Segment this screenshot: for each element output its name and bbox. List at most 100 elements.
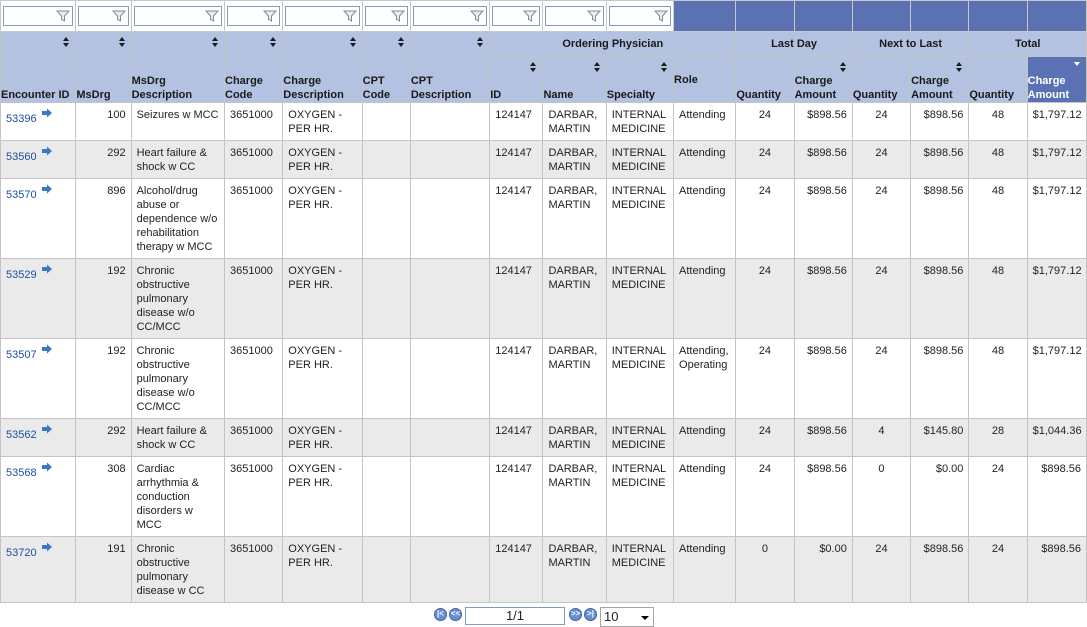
- open-arrow-icon[interactable]: [41, 462, 53, 472]
- column-header-encounter-id[interactable]: Encounter ID: [0, 31, 77, 103]
- cell-physician-name: DARBAR, MARTIN: [542, 338, 607, 419]
- filter-box: [78, 6, 129, 26]
- pager: |< << 1/1 >> >| 10: [0, 604, 1087, 627]
- column-header-physician-id[interactable]: ID: [489, 56, 544, 103]
- open-arrow-icon[interactable]: [41, 344, 53, 354]
- encounter-link[interactable]: 53568: [6, 462, 37, 480]
- filter-funnel-icon[interactable]: [470, 9, 485, 23]
- cell-physician-role: Attending: [673, 456, 737, 537]
- filter-funnel-icon[interactable]: [56, 9, 71, 23]
- cell-physician-specialty: INTERNAL MEDICINE: [605, 178, 675, 259]
- cell-total-quantity: 24: [968, 456, 1028, 537]
- cell-total-quantity: 48: [968, 178, 1028, 259]
- column-header-charge-description[interactable]: Charge Description: [282, 31, 363, 103]
- cell-cpt-description: [409, 536, 491, 603]
- filter-funnel-icon[interactable]: [523, 9, 538, 23]
- next-page-icon[interactable]: >>: [569, 608, 582, 621]
- filter-cell-empty: [793, 0, 853, 32]
- encounter-link[interactable]: 53562: [6, 424, 37, 442]
- cell-msdrg-description: Alcohol/drug abuse or dependence w/o reh…: [130, 178, 226, 259]
- cell-cpt-code: [361, 178, 411, 259]
- last-page-icon[interactable]: >|: [584, 608, 597, 621]
- filter-funnel-icon[interactable]: [654, 9, 669, 23]
- group-header-next-to-last: Next to Last: [851, 31, 970, 57]
- filter-funnel-icon[interactable]: [390, 9, 405, 23]
- cell-total-charge-amount: $1,797.12: [1026, 258, 1087, 339]
- encounter-link[interactable]: 53720: [6, 542, 37, 560]
- open-arrow-icon[interactable]: [41, 108, 53, 118]
- column-header-charge-code[interactable]: Charge Code: [224, 31, 284, 103]
- column-header-msdrg-description[interactable]: MsDrg Description: [130, 31, 226, 103]
- cell-cpt-code: [361, 536, 411, 603]
- column-header-cpt-code[interactable]: CPT Code: [361, 31, 411, 103]
- cell-next-to-last-charge-amount: $898.56: [910, 140, 970, 179]
- table-row: 53560 292 Heart failure & shock w CC 365…: [0, 140, 1087, 179]
- cell-physician-role: Attending: [673, 102, 737, 141]
- table-row: 53720 191 Chronic obstructive pulmonary …: [0, 536, 1087, 603]
- cell-total-charge-amount: $1,797.12: [1026, 338, 1087, 419]
- filter-funnel-icon[interactable]: [205, 9, 220, 23]
- column-header-next-to-last-quantity[interactable]: Quantity: [851, 56, 912, 103]
- filter-row: [0, 0, 1087, 32]
- sort-icon: [839, 62, 847, 73]
- filter-cell-msdrg: [75, 0, 132, 32]
- cell-last-day-quantity: 24: [735, 102, 795, 141]
- filter-funnel-icon[interactable]: [263, 9, 278, 23]
- prev-page-icon[interactable]: <<: [449, 608, 462, 621]
- sort-icon: [212, 37, 219, 48]
- open-arrow-icon[interactable]: [41, 264, 53, 274]
- table-row: 53562 292 Heart failure & shock w CC 365…: [0, 418, 1087, 457]
- cell-last-day-quantity: 24: [735, 338, 795, 419]
- sort-icon: [63, 37, 70, 48]
- open-arrow-icon[interactable]: [41, 424, 53, 434]
- cell-physician-role: Attending: [673, 418, 737, 457]
- cell-physician-specialty: INTERNAL MEDICINE: [605, 456, 675, 537]
- cell-physician-name: DARBAR, MARTIN: [542, 536, 607, 603]
- encounter-link[interactable]: 53507: [6, 344, 37, 362]
- column-header-last-day-charge-amount[interactable]: Charge Amount: [793, 56, 853, 103]
- cell-next-to-last-charge-amount: $898.56: [910, 536, 970, 603]
- cell-charge-code: 3651000: [224, 258, 284, 339]
- encounter-link[interactable]: 53396: [6, 108, 37, 126]
- page-size-select[interactable]: 10: [600, 607, 654, 627]
- cell-msdrg: 896: [75, 178, 132, 259]
- sort-icon: [477, 37, 484, 48]
- open-arrow-icon[interactable]: [41, 184, 53, 194]
- first-page-icon[interactable]: |<: [434, 608, 447, 621]
- column-header-last-day-quantity[interactable]: Quantity: [735, 56, 795, 103]
- cell-cpt-code: [361, 418, 411, 457]
- open-arrow-icon[interactable]: [41, 542, 53, 552]
- cell-physician-specialty: INTERNAL MEDICINE: [605, 102, 675, 141]
- column-header-total-quantity[interactable]: Quantity: [968, 56, 1028, 103]
- column-header-total-charge-amount[interactable]: Charge Amount: [1026, 56, 1087, 103]
- cell-physician-name: DARBAR, MARTIN: [542, 258, 607, 339]
- cell-total-charge-amount: $898.56: [1026, 536, 1087, 603]
- column-header-msdrg[interactable]: MsDrg: [75, 31, 132, 103]
- cell-total-charge-amount: $1,044.36: [1026, 418, 1087, 457]
- filter-funnel-icon[interactable]: [111, 9, 126, 23]
- column-header-cpt-description[interactable]: CPT Description: [409, 31, 491, 103]
- cell-encounter-id: 53560: [0, 140, 77, 179]
- filter-cell-encounter-id: [0, 0, 77, 32]
- filter-cell-physician-specialty: [605, 0, 675, 32]
- column-header-label: Charge Description: [283, 75, 344, 101]
- filter-cell-empty: [910, 0, 970, 32]
- cell-total-charge-amount: $1,797.12: [1026, 102, 1087, 141]
- encounter-link[interactable]: 53560: [6, 146, 37, 164]
- filter-funnel-icon[interactable]: [342, 9, 357, 23]
- filter-cell-physician-id: [489, 0, 544, 32]
- cell-next-to-last-charge-amount: $898.56: [910, 178, 970, 259]
- column-header-physician-name[interactable]: Name: [542, 56, 607, 103]
- cell-physician-id: 124147: [489, 338, 544, 419]
- page-number-input[interactable]: 1/1: [465, 607, 565, 625]
- cell-next-to-last-quantity: 24: [851, 258, 912, 339]
- cell-physician-id: 124147: [489, 178, 544, 259]
- cell-next-to-last-charge-amount: $0.00: [910, 456, 970, 537]
- filter-box: [285, 6, 360, 26]
- column-header-next-to-last-charge-amount[interactable]: Charge Amount: [910, 56, 970, 103]
- filter-funnel-icon[interactable]: [586, 9, 601, 23]
- encounter-link[interactable]: 53570: [6, 184, 37, 202]
- encounter-link[interactable]: 53529: [6, 264, 37, 282]
- column-header-physician-specialty[interactable]: Specialty: [605, 56, 675, 103]
- open-arrow-icon[interactable]: [41, 146, 53, 156]
